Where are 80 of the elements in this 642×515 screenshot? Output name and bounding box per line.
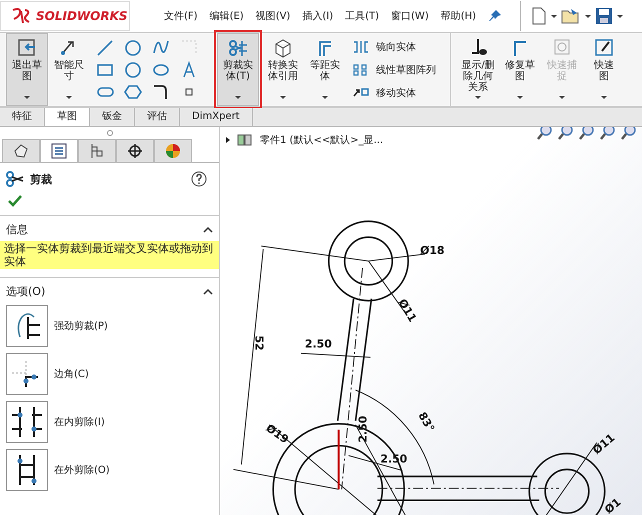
feature-tree-tab[interactable] <box>2 139 40 162</box>
part-tree-label[interactable]: 零件1 (默认<<默认>_显... <box>260 132 384 147</box>
option-label: 在内剪除(I) <box>54 416 105 429</box>
tab[interactable]: 评估 <box>135 108 180 126</box>
dimension-label[interactable]: 52 <box>252 335 266 351</box>
option-label: 强劲剪裁(P) <box>54 320 108 333</box>
pin-icon[interactable] <box>488 9 502 23</box>
list-icon <box>50 143 68 159</box>
dropdown-arrow-icon[interactable] <box>235 96 241 99</box>
crosshair-icon <box>126 143 144 159</box>
dropdown-arrow-icon[interactable] <box>280 96 286 99</box>
trim-inside-option-button[interactable] <box>6 401 48 443</box>
scissors-icon <box>227 38 249 58</box>
corner-option-button[interactable] <box>6 353 48 395</box>
move-icon <box>352 86 370 100</box>
menu-item[interactable]: 文件(F) <box>164 9 198 23</box>
display-tab[interactable] <box>154 139 192 162</box>
configuration-tab[interactable] <box>78 139 116 162</box>
ribbon-button[interactable]: 快速 图 <box>583 33 625 106</box>
menu-item[interactable]: 帮助(H) <box>440 9 476 23</box>
dropdown-arrow-icon[interactable] <box>66 96 72 99</box>
ribbon-button[interactable]: 转换实 体引用 <box>262 33 304 106</box>
tab[interactable]: 草图 <box>45 108 90 126</box>
zoom-icon[interactable] <box>536 127 554 141</box>
exit-sketch-icon <box>16 38 38 58</box>
part-icon <box>236 132 254 148</box>
mirror-icon <box>352 40 370 54</box>
property-manager-tab[interactable] <box>40 139 78 162</box>
dropdown-arrow-icon[interactable] <box>475 96 481 99</box>
ribbon-list-button[interactable]: 镜向实体 <box>352 40 436 54</box>
checkmark-icon[interactable] <box>8 195 22 207</box>
pencil-icon <box>593 38 615 58</box>
ribbon-button[interactable]: 退出草 图 <box>6 33 48 106</box>
new-document-icon[interactable] <box>531 7 548 25</box>
tab[interactable]: 钣金 <box>90 108 135 126</box>
ribbon-button[interactable]: 智能尺 寸 <box>48 33 90 106</box>
save-icon[interactable] <box>595 7 614 25</box>
option-label: 边角(C) <box>54 368 89 381</box>
menu-item[interactable]: 工具(T) <box>345 9 380 23</box>
dimension-label[interactable]: Ø19 <box>264 421 291 446</box>
dimxpert-tab[interactable] <box>116 139 154 162</box>
info-message: 选择一实体剪裁到最近端交叉实体或拖动到实体 <box>0 241 219 269</box>
ribbon-button[interactable]: 显示/删 除几何 关系 <box>457 33 499 106</box>
dropdown-arrow-icon[interactable] <box>551 14 558 18</box>
dimension-label[interactable]: Ø1 <box>602 496 624 515</box>
dropdown-arrow-icon[interactable] <box>322 96 328 99</box>
tab[interactable]: DimXpert <box>180 108 253 126</box>
ribbon-button[interactable]: 修复草 图 <box>499 33 541 106</box>
panel-title: 剪裁 <box>30 172 52 186</box>
dropdown-arrow-icon[interactable] <box>585 14 592 18</box>
ribbon-button[interactable]: 剪裁实 体(T) <box>217 33 259 106</box>
color-wheel-icon <box>164 143 182 159</box>
menu-item[interactable]: 窗口(W) <box>391 9 429 23</box>
app-logo: SOLIDWORKS <box>0 1 130 31</box>
ribbon-list-button[interactable]: 线性草图阵列 <box>352 62 436 76</box>
resize-handle-icon[interactable] <box>106 130 112 136</box>
dropdown-arrow-icon[interactable] <box>601 96 607 99</box>
ribbon-list-button[interactable]: 移动实体 <box>352 86 436 100</box>
dropdown-arrow-icon[interactable] <box>24 96 30 99</box>
dimension-label[interactable]: 2.50 <box>304 337 332 350</box>
section-title: 信息 <box>6 222 28 237</box>
dimension-label[interactable]: 83° <box>416 410 438 434</box>
option-label: 在外剪除(O) <box>54 464 110 477</box>
caret-icon[interactable] <box>203 288 213 295</box>
section-title: 选项(O) <box>6 284 46 299</box>
menu-item[interactable]: 编辑(E) <box>210 9 244 23</box>
dimension-label[interactable]: Ø18 <box>420 244 445 257</box>
scissors-icon <box>6 171 24 187</box>
dropdown-arrow-icon[interactable] <box>517 96 523 99</box>
help-icon[interactable] <box>191 171 207 187</box>
menu-item[interactable]: 插入(I) <box>302 9 334 23</box>
expand-arrow-icon[interactable] <box>226 136 230 143</box>
power-trim-option-button[interactable] <box>6 305 48 347</box>
open-folder-icon[interactable] <box>561 7 582 25</box>
caret-icon[interactable] <box>203 226 213 233</box>
dropdown-arrow-icon[interactable] <box>617 14 624 18</box>
part-icon <box>12 143 30 159</box>
menu-item[interactable]: 视图(V) <box>256 9 290 23</box>
trim-outside-option-button[interactable] <box>6 449 48 491</box>
ribbon-button[interactable]: 等距实 体 <box>304 33 346 106</box>
